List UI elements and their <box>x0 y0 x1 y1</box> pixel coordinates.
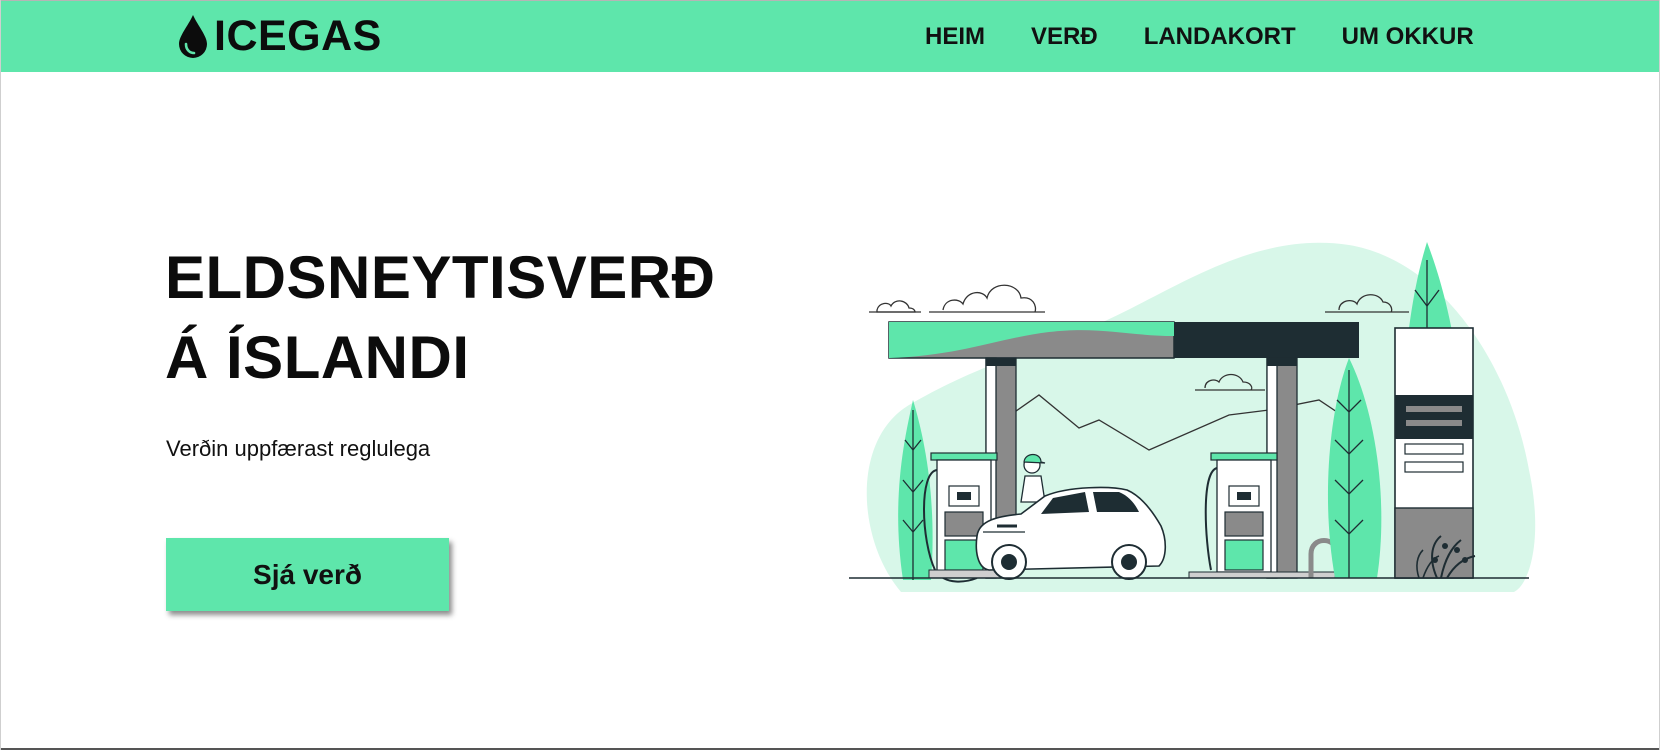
hero-subtitle: Verðin uppfærast reglulega <box>166 436 431 461</box>
logo[interactable]: ICEGAS <box>177 13 382 59</box>
hero-title-line-1: ELDSNEYTISVERÐ <box>165 244 716 311</box>
nav-item-um-okkur[interactable]: UM OKKUR <box>1342 22 1474 52</box>
nav-item-landakort[interactable]: LANDAKORT <box>1144 22 1296 52</box>
hero-title-line-2: Á ÍSLANDI <box>165 324 470 391</box>
logo-text: ICEGAS <box>214 11 382 60</box>
hero-title: ELDSNEYTISVERÐ Á ÍSLANDI <box>165 238 715 398</box>
see-prices-button[interactable]: Sjá verð <box>166 538 449 611</box>
gas-station-illustration <box>849 242 1536 592</box>
nav-item-verd[interactable]: VERÐ <box>1031 22 1098 52</box>
drop-icon <box>179 15 207 58</box>
main-nav: HEIM VERÐ LANDAKORT UM OKKUR <box>925 22 1520 52</box>
top-navbar: ICEGAS HEIM VERÐ LANDAKORT UM OKKUR <box>1 0 1659 72</box>
nav-item-heim[interactable]: HEIM <box>925 22 985 52</box>
